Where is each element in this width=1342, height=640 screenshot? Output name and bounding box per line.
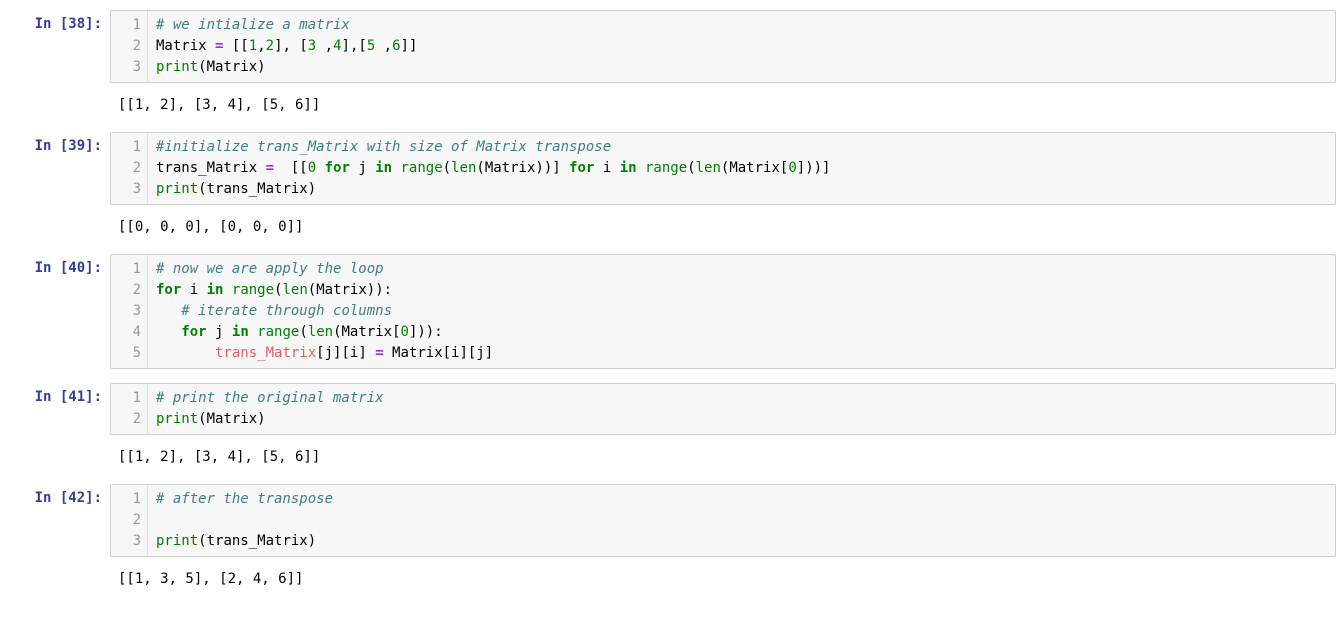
code-input-area[interactable]: 1 2 3 4 5 # now we are apply the loop fo…: [110, 254, 1336, 369]
line-number-gutter: 1 2 3: [111, 133, 148, 204]
line-number-gutter: 1 2 3: [111, 11, 148, 82]
output-cell: . [[1, 3, 5], [2, 4, 6]]: [6, 563, 1336, 600]
code-editor[interactable]: #initialize trans_Matrix with size of Ma…: [148, 133, 1335, 204]
code-cell: In [38]: 1 2 3 # we intialize a matrix M…: [6, 10, 1336, 83]
output-cell: . [[1, 2], [3, 4], [5, 6]]: [6, 441, 1336, 478]
code-cell: In [39]: 1 2 3 #initialize trans_Matrix …: [6, 132, 1336, 205]
stdout: [[0, 0, 0], [0, 0, 0]]: [110, 211, 1336, 248]
stdout: [[1, 2], [3, 4], [5, 6]]: [110, 441, 1336, 478]
output-prompt: .: [6, 211, 110, 233]
code-cell: In [41]: 1 2 # print the original matrix…: [6, 383, 1336, 435]
code-input-area[interactable]: 1 2 # print the original matrix print(Ma…: [110, 383, 1336, 435]
code-editor[interactable]: # now we are apply the loop for i in ran…: [148, 255, 1335, 368]
line-number-gutter: 1 2 3: [111, 485, 148, 556]
code-cell: In [42]: 1 2 3 # after the transpose pri…: [6, 484, 1336, 557]
notebook: In [38]: 1 2 3 # we intialize a matrix M…: [0, 0, 1342, 626]
stdout: [[1, 3, 5], [2, 4, 6]]: [110, 563, 1336, 600]
stdout: [[1, 2], [3, 4], [5, 6]]: [110, 89, 1336, 126]
code-editor[interactable]: # print the original matrix print(Matrix…: [148, 384, 1335, 434]
output-prompt: .: [6, 89, 110, 111]
input-prompt: In [42]:: [6, 484, 110, 506]
code-input-area[interactable]: 1 2 3 #initialize trans_Matrix with size…: [110, 132, 1336, 205]
output-cell: . [[1, 2], [3, 4], [5, 6]]: [6, 89, 1336, 126]
output-cell: . [[0, 0, 0], [0, 0, 0]]: [6, 211, 1336, 248]
code-cell: In [40]: 1 2 3 4 5 # now we are apply th…: [6, 254, 1336, 369]
input-prompt: In [41]:: [6, 383, 110, 405]
code-editor[interactable]: # we intialize a matrix Matrix = [[1,2],…: [148, 11, 1335, 82]
code-input-area[interactable]: 1 2 3 # we intialize a matrix Matrix = […: [110, 10, 1336, 83]
output-prompt: .: [6, 441, 110, 463]
input-prompt: In [38]:: [6, 10, 110, 32]
code-input-area[interactable]: 1 2 3 # after the transpose print(trans_…: [110, 484, 1336, 557]
code-editor[interactable]: # after the transpose print(trans_Matrix…: [148, 485, 1335, 556]
input-prompt: In [40]:: [6, 254, 110, 276]
output-prompt: .: [6, 563, 110, 585]
line-number-gutter: 1 2 3 4 5: [111, 255, 148, 368]
input-prompt: In [39]:: [6, 132, 110, 154]
line-number-gutter: 1 2: [111, 384, 148, 434]
